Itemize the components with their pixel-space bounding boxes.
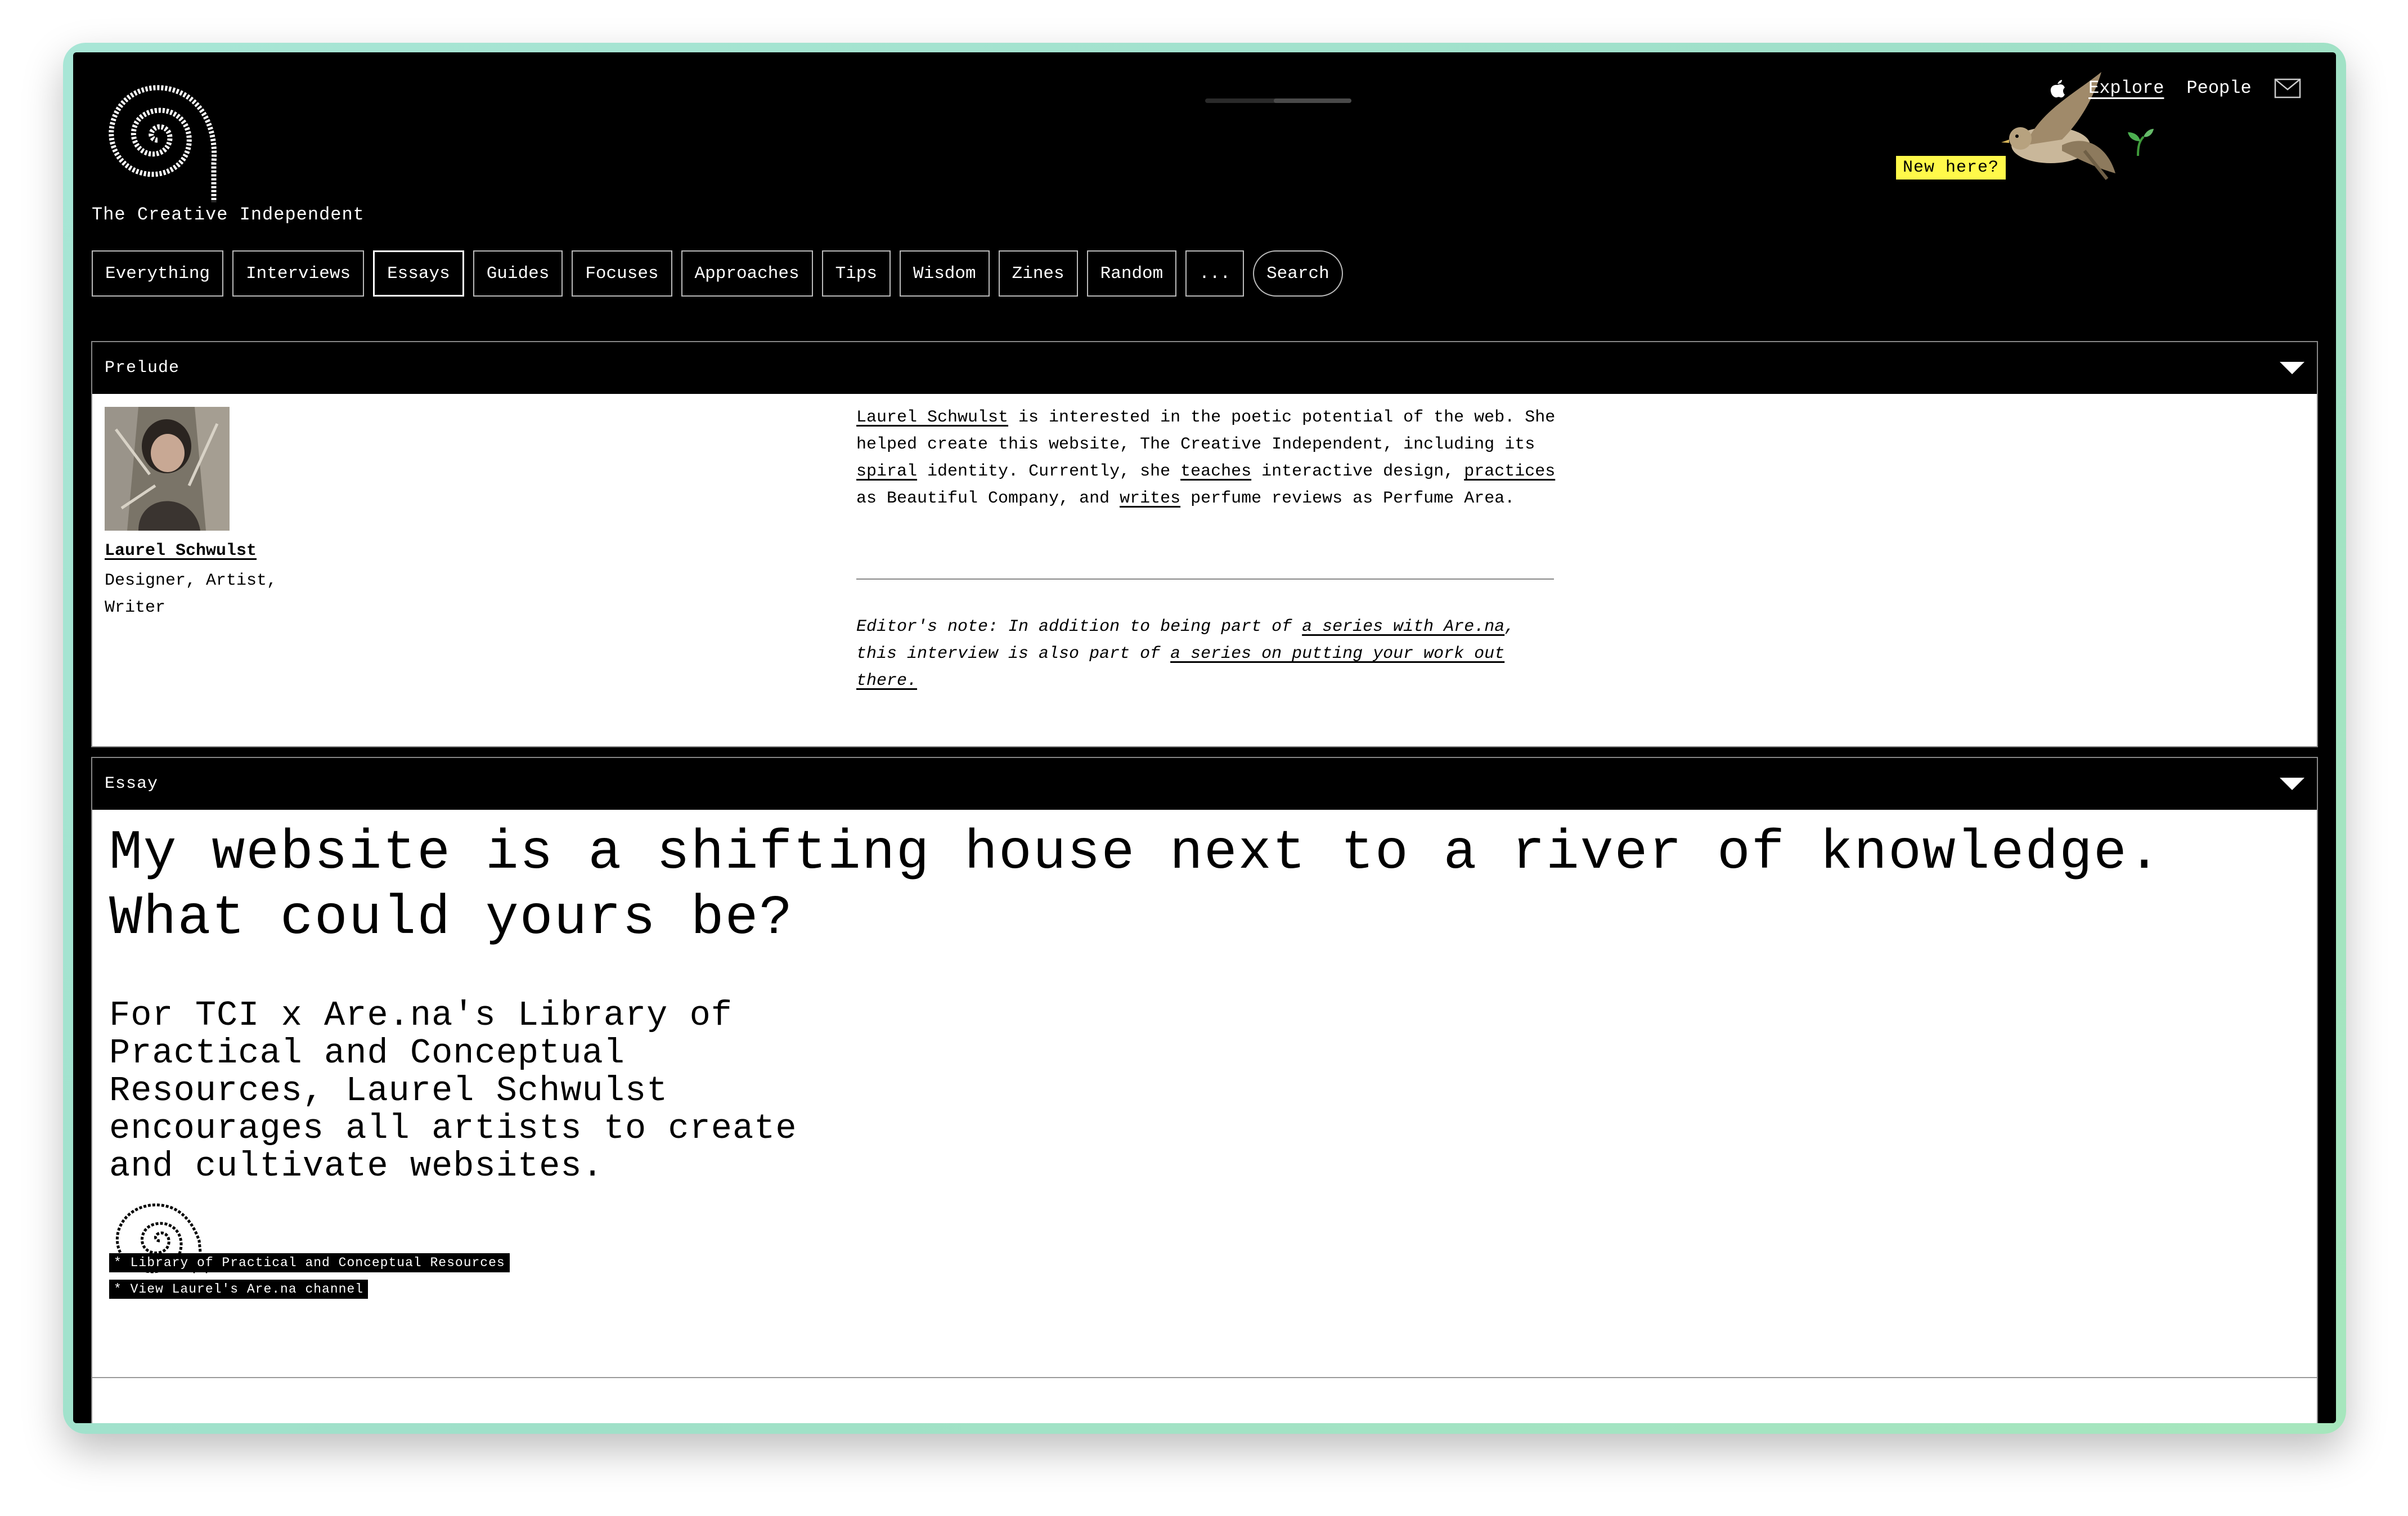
- collapse-caret-icon[interactable]: [2280, 362, 2304, 374]
- divider: [856, 578, 1554, 580]
- bio-name-link[interactable]: Laurel Schwulst: [856, 408, 1008, 427]
- author-bio: Laurel Schwulst is interested in the poe…: [856, 404, 1565, 512]
- spiral-link[interactable]: spiral: [856, 462, 917, 481]
- browser-window: The Creative Independent Everything Inte…: [73, 52, 2336, 1423]
- tab-everything[interactable]: Everything: [92, 250, 224, 297]
- tab-approaches[interactable]: Approaches: [681, 250, 813, 297]
- author-name-link[interactable]: Laurel Schwulst: [105, 541, 257, 560]
- explore-link[interactable]: Explore: [2088, 78, 2164, 98]
- author-role: Designer, Artist, Writer: [105, 571, 277, 617]
- note-text: Editor's note: In addition to being part…: [856, 617, 1302, 636]
- arena-channel-tag-link[interactable]: * View Laurel's Are.na channel: [109, 1280, 369, 1299]
- search-button[interactable]: Search: [1253, 250, 1343, 297]
- collapse-caret-icon[interactable]: [2280, 778, 2304, 790]
- window-drag-handle[interactable]: [1205, 98, 1351, 103]
- tab-more[interactable]: ...: [1185, 250, 1245, 297]
- prelude-header[interactable]: Prelude: [92, 342, 2317, 394]
- top-links: Explore People: [2049, 78, 2301, 98]
- spiral-logo-icon[interactable]: [90, 67, 225, 202]
- tab-guides[interactable]: Guides: [473, 250, 563, 297]
- tab-random[interactable]: Random: [1086, 250, 1177, 297]
- essay-title: My website is a shifting house next to a…: [109, 822, 2162, 950]
- essay-subtitle: For TCI x Are.na's Library of Practical …: [109, 995, 797, 1186]
- apple-icon[interactable]: [2049, 79, 2066, 98]
- new-here-badge[interactable]: New here?: [1896, 156, 2006, 180]
- bio-text: as Beautiful Company, and: [856, 489, 1120, 508]
- essay-header[interactable]: Essay: [92, 758, 2317, 810]
- teaches-link[interactable]: teaches: [1180, 462, 1251, 481]
- tab-zines[interactable]: Zines: [998, 250, 1078, 297]
- bio-text: identity. Currently, she: [917, 462, 1181, 481]
- people-link[interactable]: People: [2186, 78, 2251, 98]
- sprout-icon[interactable]: [2121, 124, 2155, 158]
- prelude-panel: Prelude Laurel Schwulst Designer, Artist…: [91, 341, 2318, 747]
- bio-text: perfume reviews as Perfume Area.: [1180, 489, 1515, 508]
- essay-heading: Essay: [105, 774, 159, 793]
- tab-essays[interactable]: Essays: [373, 250, 464, 297]
- writes-link[interactable]: writes: [1120, 489, 1180, 508]
- practices-link[interactable]: practices: [1464, 462, 1555, 481]
- mail-icon[interactable]: [2274, 78, 2301, 98]
- series-arena-link[interactable]: a series with Are.na: [1302, 617, 1504, 636]
- main-nav: Everything Interviews Essays Guides Focu…: [92, 250, 1343, 297]
- essay-panel: Essay My website is a shifting house nex…: [91, 757, 2318, 1423]
- author-photo: [105, 407, 230, 531]
- library-tag-link[interactable]: * Library of Practical and Conceptual Re…: [109, 1253, 510, 1272]
- bio-text: interactive design,: [1251, 462, 1464, 481]
- spiral-stars-icon: **: [116, 1203, 213, 1286]
- prelude-heading: Prelude: [105, 358, 180, 378]
- site-name[interactable]: The Creative Independent: [92, 204, 365, 225]
- tab-wisdom[interactable]: Wisdom: [900, 250, 990, 297]
- tab-tips[interactable]: Tips: [821, 250, 891, 297]
- tab-interviews[interactable]: Interviews: [232, 250, 365, 297]
- tab-focuses[interactable]: Focuses: [572, 250, 672, 297]
- divider: [92, 1377, 2317, 1378]
- editors-note: Editor's note: In addition to being part…: [856, 613, 1560, 694]
